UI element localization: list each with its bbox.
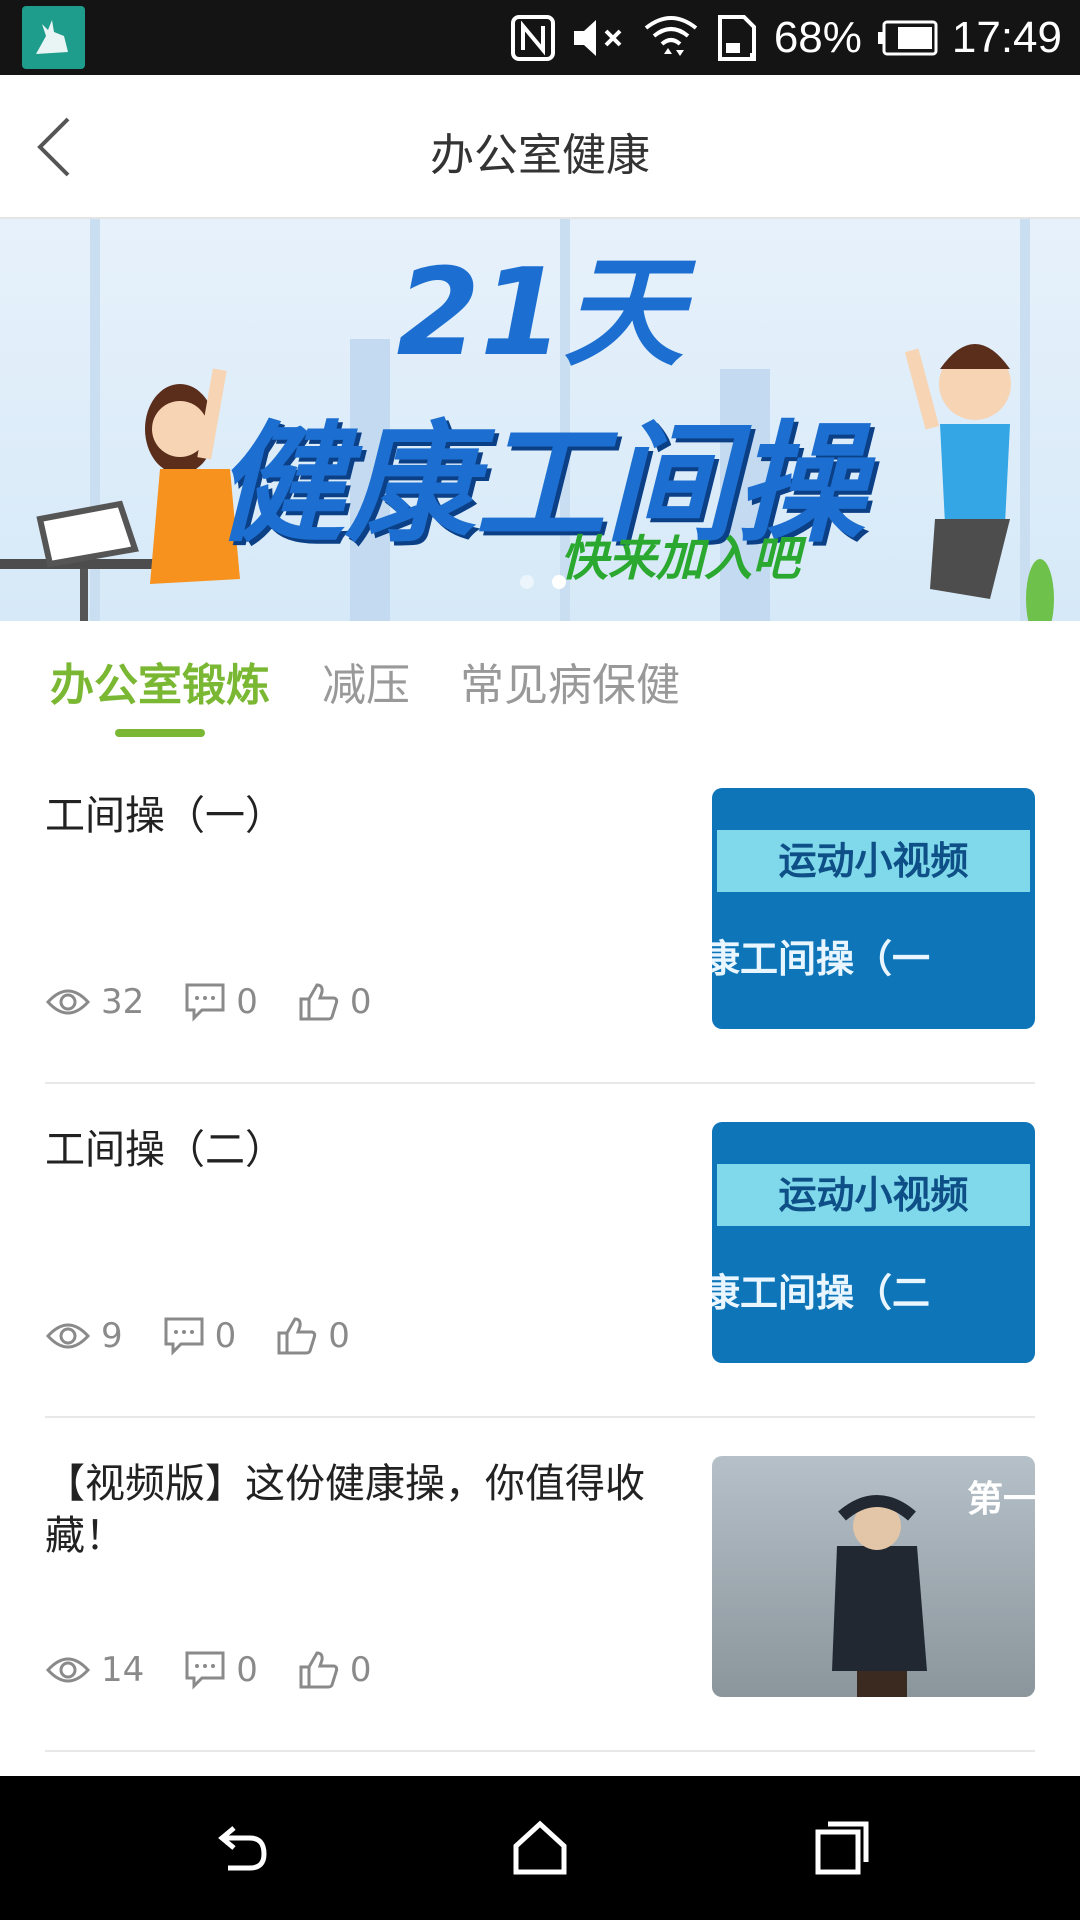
thumbs-up-icon	[299, 1651, 339, 1689]
article-stats: 9 0 0	[45, 1316, 390, 1356]
page-title: 办公室健康	[430, 130, 650, 181]
views-stat: 32	[45, 982, 144, 1022]
carousel-dot[interactable]	[520, 575, 534, 589]
system-recents-button[interactable]	[810, 1816, 874, 1880]
eye-icon	[45, 1323, 91, 1349]
views-count: 9	[101, 1316, 123, 1356]
mute-icon	[570, 14, 628, 62]
tab-active-indicator	[115, 729, 205, 737]
list-item[interactable]: 工间操（二） 9 0 0 运动小视频 康工间操（二	[45, 1084, 1035, 1418]
sd-card-icon	[714, 13, 760, 63]
system-home-button[interactable]	[508, 1816, 572, 1880]
likes-count: 0	[349, 1650, 372, 1690]
tab-stress-relief[interactable]: 减压	[322, 649, 410, 713]
article-thumbnail: 运动小视频 康工间操（一	[712, 788, 1035, 1029]
comments-stat: 0	[163, 1316, 237, 1356]
system-back-button[interactable]	[208, 1816, 272, 1880]
comment-icon	[185, 1651, 225, 1690]
views-count: 32	[101, 982, 145, 1022]
article-thumbnail: 第一	[712, 1456, 1035, 1697]
likes-stat[interactable]: 0	[298, 1650, 372, 1690]
article-stats: 32 0 0	[45, 982, 412, 1022]
comment-icon	[164, 1317, 204, 1356]
article-thumbnail: 运动小视频 康工间操（二	[712, 1122, 1035, 1363]
status-bar: 68% 17:49	[0, 0, 1080, 75]
back-arrow-icon	[218, 1826, 267, 1871]
comments-count: 0	[236, 982, 258, 1022]
views-stat: 9	[45, 1316, 123, 1356]
category-tabs: 办公室锻炼 减压 常见病保健	[0, 621, 1080, 741]
nfc-icon	[510, 14, 556, 62]
wifi-icon	[642, 12, 700, 64]
battery-percent: 68%	[773, 12, 862, 62]
app-deer-icon	[22, 6, 85, 69]
eye-icon	[45, 989, 91, 1015]
tab-common-illness-care[interactable]: 常见病保健	[460, 649, 680, 713]
banner-cta: 快来加入吧	[560, 531, 801, 587]
eye-icon	[45, 1657, 91, 1683]
thumbnail-caption: 康工间操（一	[712, 937, 931, 981]
carousel-dot-active[interactable]	[552, 575, 566, 589]
battery-icon	[876, 20, 938, 56]
recents-icon	[815, 1821, 869, 1875]
article-stats: 14 0 0	[45, 1650, 412, 1690]
comments-count: 0	[236, 1650, 258, 1690]
article-title: 工间操（一）	[45, 793, 285, 839]
system-nav-bar	[0, 1776, 1080, 1920]
banner-subtitle: 健康工间操	[214, 408, 865, 560]
thumbs-up-icon	[277, 1317, 317, 1355]
list-item[interactable]: 工间操（一） 32 0 0 运动小视频 康工间操（一	[45, 750, 1035, 1084]
banner-title: 21天	[396, 244, 684, 383]
status-time: 17:49	[951, 12, 1062, 62]
carousel-indicators	[520, 575, 566, 589]
article-title: 工间操（二）	[45, 1127, 285, 1173]
likes-stat[interactable]: 0	[276, 1316, 350, 1356]
list-item[interactable]: 【视频版】这份健康操，你值得收藏！ 14 0 0 第一	[45, 1418, 1035, 1752]
thumbnail-caption: 第一	[966, 1479, 1035, 1520]
nav-header: 办公室健康	[0, 75, 1080, 219]
likes-stat[interactable]: 0	[298, 982, 372, 1022]
thumbnail-caption: 康工间操（二	[712, 1271, 931, 1315]
comments-count: 0	[214, 1316, 237, 1356]
tab-office-exercise[interactable]: 办公室锻炼	[50, 649, 270, 713]
views-count: 14	[101, 1650, 145, 1690]
views-stat: 14	[45, 1650, 144, 1690]
likes-count: 0	[328, 1316, 350, 1356]
article-title: 【视频版】这份健康操，你值得收藏！	[45, 1461, 645, 1559]
comment-icon	[185, 983, 225, 1022]
banner-carousel[interactable]: 21天 健康工间操 快来加入吧	[0, 219, 1080, 621]
thumbnail-label: 运动小视频	[717, 830, 1030, 892]
comments-stat: 0	[184, 982, 258, 1022]
comments-stat: 0	[184, 1650, 258, 1690]
likes-count: 0	[349, 982, 372, 1022]
thumbs-up-icon	[299, 983, 339, 1021]
thumbnail-label: 运动小视频	[717, 1164, 1030, 1226]
home-icon	[513, 1820, 567, 1875]
